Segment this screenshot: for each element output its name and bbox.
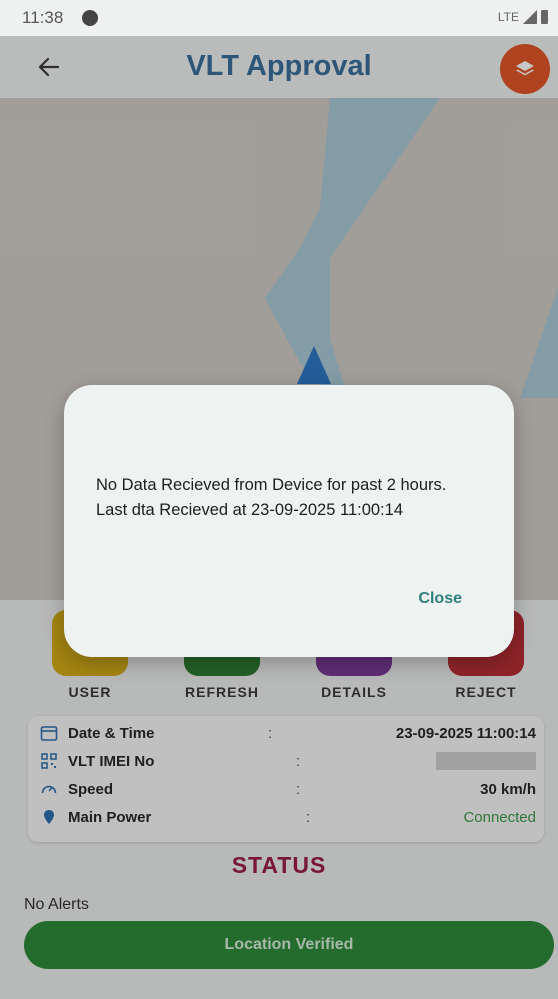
dialog-message: No Data Recieved from Device for past 2 … <box>96 476 447 519</box>
status-bar: 11:38 LTE <box>0 0 558 36</box>
network-type: LTE <box>497 10 519 24</box>
status-indicators: LTE <box>498 10 548 24</box>
alert-dialog: No Data Recieved from Device for past 2 … <box>64 385 514 657</box>
battery-icon <box>541 10 548 24</box>
notification-app-icon <box>82 10 98 26</box>
status-time: 11:38 <box>22 8 64 27</box>
signal-icon <box>523 10 537 24</box>
close-button[interactable]: Close <box>418 590 462 608</box>
screen: 11:38 LTE VLT Approval USER REFRESH DETA… <box>0 0 558 999</box>
